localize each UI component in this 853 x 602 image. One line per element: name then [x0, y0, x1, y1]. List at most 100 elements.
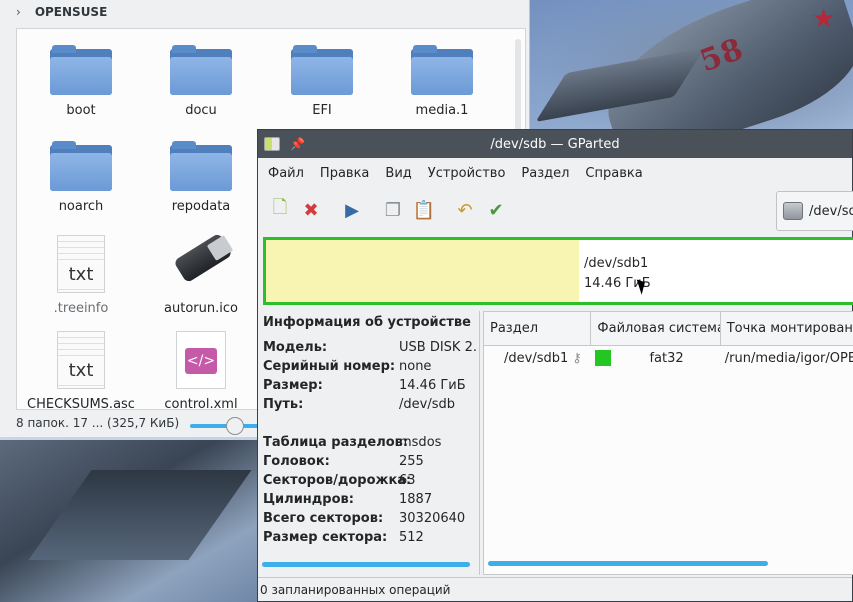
gparted-window: 📌 /dev/sdb — GParted Файл Правка Вид Уст…: [257, 129, 853, 602]
zoom-slider[interactable]: [190, 424, 260, 428]
folder-icon: [50, 139, 112, 191]
folder-icon: [170, 43, 232, 95]
file-item-label: docu: [185, 103, 217, 118]
folder-icon: [50, 43, 112, 95]
device-selector-label: /dev/sdb: [809, 203, 853, 219]
copy-icon[interactable]: ❐: [379, 196, 407, 224]
file-item-control-xml[interactable]: </> control.xml: [141, 331, 261, 412]
gparted-app-icon[interactable]: [264, 137, 280, 151]
info-row-serial: Серийный номер: none: [263, 357, 479, 376]
menu-bar: Файл Правка Вид Устройство Раздел Справк…: [258, 158, 852, 188]
info-value: 255: [399, 454, 424, 469]
apply-icon[interactable]: ✔: [482, 196, 510, 224]
info-scrollbar[interactable]: [262, 562, 470, 567]
info-label: Серийный номер:: [263, 359, 396, 374]
menu-edit[interactable]: Правка: [312, 166, 377, 181]
partition-map-name: /dev/sdb1: [584, 256, 649, 271]
table-row[interactable]: /dev/sdb1 ⚷ fat32 /run/media/igor/OPE: [484, 346, 853, 370]
info-row-sectors-track: Секторов/дорожка: 63: [263, 471, 479, 490]
menu-device[interactable]: Устройство: [420, 166, 514, 181]
delete-partition-icon[interactable]: ✖: [297, 196, 325, 224]
info-value: 30320640: [399, 511, 466, 526]
folder-icon: [170, 139, 232, 191]
file-item-label: .treeinfo: [53, 301, 109, 316]
file-item-docu[interactable]: docu: [141, 43, 261, 118]
zoom-slider-handle[interactable]: [226, 417, 244, 435]
info-label: Путь:: [263, 397, 304, 412]
info-value: USB DISK 2.: [399, 340, 477, 355]
info-label: Модель:: [263, 340, 328, 355]
info-label: Размер:: [263, 378, 323, 393]
cell-mountpoint: /run/media/igor/OPE: [724, 350, 853, 366]
file-item-autorun[interactable]: autorun.ico: [141, 232, 261, 316]
info-row-partition-table: Таблица разделов: msdos: [263, 433, 479, 452]
file-item-label: repodata: [171, 199, 231, 214]
wallpaper-star-icon: ★: [812, 4, 836, 34]
partition-used-space: [266, 240, 579, 302]
info-row-path: Путь: /dev/sdb: [263, 395, 479, 414]
resize-move-icon[interactable]: ▶: [338, 196, 366, 224]
file-item-label: media.1: [415, 103, 469, 118]
info-row-cylinders: Цилиндров: 1887: [263, 490, 479, 509]
usb-drive-icon: [170, 232, 234, 293]
file-item-repodata[interactable]: repodata: [141, 139, 261, 214]
window-title: /dev/sdb — GParted: [490, 136, 620, 152]
info-row-sector-size: Размер сектора: 512: [263, 528, 479, 547]
text-file-icon: txt: [57, 235, 105, 293]
partition-table: Раздел Файловая система Точка монтирован…: [483, 311, 853, 575]
folder-icon: [291, 43, 353, 95]
file-item-label: CHECKSUMS.asc: [27, 397, 135, 412]
filesystem-name: fat32: [649, 350, 684, 366]
menu-file[interactable]: Файл: [260, 166, 312, 181]
toolbar: 🗋 ✖ ▶ ❐ 📋 ↶ ✔: [258, 188, 852, 232]
folder-icon: [411, 43, 473, 95]
info-row-size: Размер: 14.46 ГиБ: [263, 376, 479, 395]
device-selector[interactable]: /dev/sdb: [776, 191, 853, 231]
table-header: Раздел Файловая система Точка монтирован…: [484, 312, 853, 346]
breadcrumb[interactable]: › OPENSUSE: [0, 0, 529, 24]
hard-disk-icon: [783, 202, 803, 220]
info-value: 63: [399, 473, 416, 488]
breadcrumb-label: OPENSUSE: [34, 5, 108, 19]
file-item-media1[interactable]: media.1: [382, 43, 502, 118]
info-value: /dev/sdb: [399, 397, 455, 412]
file-item-label: autorun.ico: [164, 301, 238, 316]
file-item-boot[interactable]: boot: [21, 43, 141, 118]
column-mountpoint[interactable]: Точка монтировани: [721, 312, 853, 345]
info-label: Секторов/дорожка:: [263, 473, 412, 488]
info-value: 512: [399, 530, 424, 545]
column-filesystem[interactable]: Файловая система: [591, 312, 721, 345]
file-item-efi[interactable]: EFI: [262, 43, 382, 118]
file-item-treeinfo[interactable]: txt .treeinfo: [21, 235, 141, 316]
chevron-right-icon[interactable]: ›: [16, 5, 21, 19]
cell-filesystem: fat32: [591, 350, 720, 366]
file-item-checksums[interactable]: txt CHECKSUMS.asc: [21, 331, 141, 412]
cell-partition: /dev/sdb1 ⚷: [484, 351, 591, 366]
info-label: Размер сектора:: [263, 530, 388, 545]
info-row-heads: Головок: 255: [263, 452, 479, 471]
file-item-noarch[interactable]: noarch: [21, 139, 141, 214]
status-bar: 8 папок. 17 ... (325,7 КиБ): [16, 416, 180, 430]
undo-icon[interactable]: ↶: [451, 196, 479, 224]
pin-icon[interactable]: 📌: [290, 137, 305, 151]
menu-help[interactable]: Справка: [577, 166, 650, 181]
info-value: 14.46 ГиБ: [399, 378, 466, 393]
device-info-title: Информация об устройстве: [263, 315, 471, 330]
title-bar[interactable]: 📌 /dev/sdb — GParted: [258, 130, 852, 158]
info-label: Таблица разделов:: [263, 435, 409, 450]
xml-file-icon: </>: [176, 331, 226, 389]
menu-view[interactable]: Вид: [377, 166, 419, 181]
partition-map[interactable]: /dev/sdb1 14.46 ГиБ: [263, 237, 853, 305]
table-scrollbar[interactable]: [488, 561, 768, 566]
partition-name: /dev/sdb1: [504, 350, 569, 366]
file-item-label: control.xml: [164, 397, 238, 412]
info-row-model: Модель: USB DISK 2.: [263, 338, 479, 357]
menu-partition[interactable]: Раздел: [513, 166, 577, 181]
new-partition-icon[interactable]: 🗋: [266, 196, 294, 224]
paste-icon[interactable]: 📋: [410, 196, 438, 224]
file-item-label: noarch: [58, 199, 104, 214]
column-partition[interactable]: Раздел: [484, 312, 592, 345]
device-info-panel: Информация об устройстве Модель: USB DIS…: [258, 311, 480, 575]
info-value: none: [399, 359, 432, 374]
key-icon: ⚷: [572, 350, 582, 366]
